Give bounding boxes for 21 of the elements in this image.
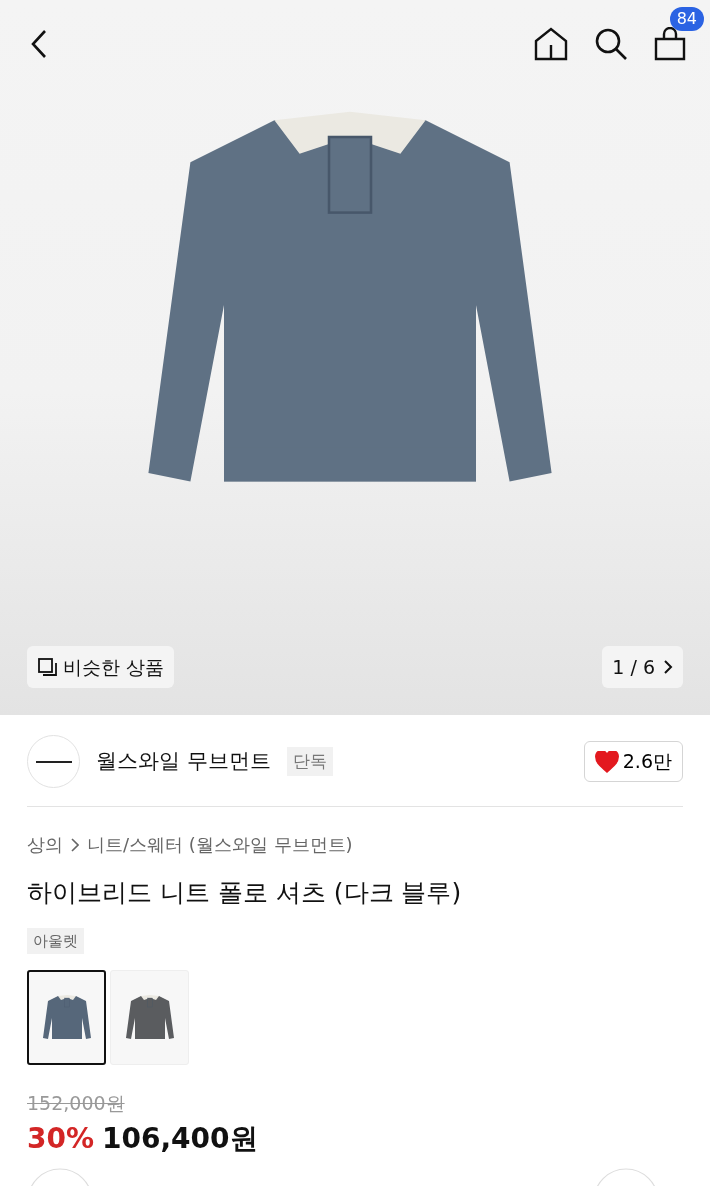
discount-rate: 30% xyxy=(27,1120,95,1157)
similar-products-button[interactable]: 비슷한 상품 xyxy=(27,645,175,688)
breadcrumb-link[interactable]: 상의 xyxy=(27,831,63,858)
outlet-tag: 아울렛 xyxy=(27,927,84,954)
brand-name[interactable]: 월스와일 무브먼트 xyxy=(96,745,271,778)
original-price: 152,000원 xyxy=(27,1091,125,1116)
color-option-thumbnail[interactable] xyxy=(27,970,106,1065)
cart-count-badge: 84 xyxy=(669,7,704,31)
breadcrumb-link[interactable]: 니트/스웨터 (월스와일 무브먼트) xyxy=(87,831,353,858)
exclusive-tag: 단독 xyxy=(286,746,333,777)
back-icon[interactable] xyxy=(30,29,48,59)
sale-price: 106,400원 xyxy=(102,1120,258,1157)
product-title: 하이브리드 니트 폴로 셔츠 (다크 블루) xyxy=(27,877,463,909)
home-icon[interactable] xyxy=(534,27,568,61)
search-icon[interactable] xyxy=(594,27,628,61)
shopping-bag-icon[interactable] xyxy=(654,27,686,61)
chevron-right-icon xyxy=(71,837,79,852)
chevron-right-icon xyxy=(663,658,673,675)
image-counter-button[interactable]: 1 / 6 xyxy=(602,645,683,688)
copy-icon xyxy=(37,656,59,677)
like-button[interactable]: 2.6만 xyxy=(583,741,683,782)
